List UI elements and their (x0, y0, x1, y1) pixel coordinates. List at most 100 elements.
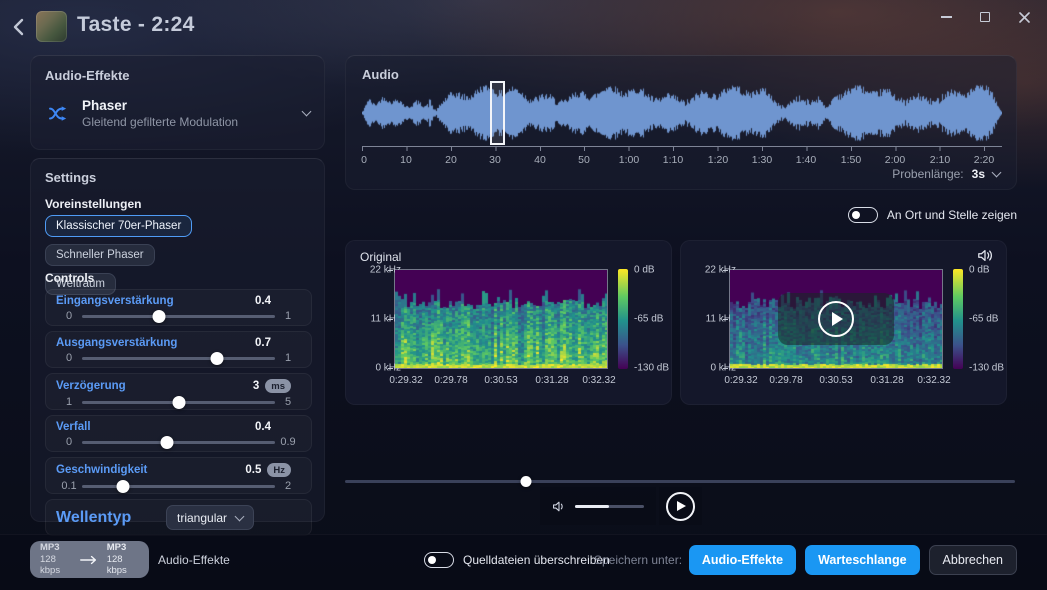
slider-label: Eingangsverstärkung (56, 295, 255, 307)
slider-min: 0 (56, 436, 82, 448)
wavetype-select[interactable]: triangular (166, 505, 254, 530)
slider-value: 0.4 (255, 295, 271, 307)
unit-badge: ms (265, 379, 291, 393)
shuffle-icon (48, 105, 70, 123)
source-bitrate: 128 kbps (40, 554, 60, 577)
settings-heading: Settings (45, 170, 96, 185)
slider-value: 3 (253, 380, 259, 392)
seek-slider[interactable] (345, 480, 1015, 483)
transport-play-button[interactable] (666, 492, 695, 521)
settings-card: Settings Voreinstellungen Klassischer 70… (30, 158, 325, 522)
freq-tick (723, 368, 728, 369)
spec-time-tick: 0:31.28 (535, 375, 568, 386)
inplace-toggle[interactable] (848, 207, 878, 223)
time-tick: 0 (361, 154, 367, 166)
time-tick: 1:00 (619, 154, 639, 166)
slider-thumb[interactable] (116, 480, 129, 493)
time-tick: 1:20 (708, 154, 728, 166)
db-tick-label: 0 dB (969, 265, 990, 276)
applied-effect-label: Audio-Effekte (158, 535, 230, 584)
play-panel (659, 487, 702, 525)
db-tick-label: 0 dB (634, 265, 655, 276)
overwrite-toggle[interactable] (424, 552, 454, 568)
db-tick-label: -130 dB (969, 363, 1004, 374)
spectrogram-plot-original (394, 269, 608, 369)
cancel-button[interactable]: Abbrechen (929, 545, 1017, 575)
slider-thumb[interactable] (153, 310, 166, 323)
app-window: Taste - 2:24 Audio-Effekte Phaser Gleite… (0, 0, 1047, 590)
slider-track[interactable] (82, 485, 275, 488)
wavetype-value: triangular (177, 511, 227, 525)
time-tick: 2:00 (885, 154, 905, 166)
chevron-down-icon (235, 511, 245, 521)
audio-heading: Audio (362, 67, 399, 82)
slider-min: 1 (56, 396, 82, 408)
slider-thumb[interactable] (211, 352, 224, 365)
spectrogram-processed-card: 22 kHz 11 kHz 0 kHz 0 dB -65 dB -130 dB … (680, 240, 1007, 405)
target-bitrate: 128 kbps (107, 554, 127, 577)
slider-verzoegerung: Verzögerung 3 ms 1 5 (45, 373, 312, 410)
target-format: MP3 128 kbps (107, 542, 139, 578)
wavetype-label: Wellentyp (56, 509, 166, 527)
spectrogram-original-card: Original 22 kHz 11 kHz 0 kHz 0 dB -65 dB… (345, 240, 672, 405)
db-tick-label: -130 dB (634, 363, 669, 374)
preview-play-button[interactable] (778, 293, 894, 345)
track-thumbnail (36, 11, 67, 42)
source-format-name: MP3 (40, 542, 60, 553)
preset-schneller-phaser[interactable]: Schneller Phaser (45, 244, 155, 266)
queue-button[interactable]: Warteschlange (805, 545, 919, 575)
close-icon (1019, 12, 1030, 23)
audio-effects-button[interactable]: Audio-Effekte (689, 545, 796, 575)
freq-tick (388, 270, 393, 271)
freq-tick (388, 368, 393, 369)
slider-eingangsverstaerkung: Eingangsverstärkung 0.4 0 1 (45, 289, 312, 326)
volume-fill (575, 505, 609, 508)
minimize-button[interactable] (938, 9, 954, 25)
maximize-icon (980, 12, 990, 22)
conversion-badge: MP3 128 kbps MP3 128 kbps (30, 541, 149, 578)
unit-badge: Hz (267, 463, 291, 477)
time-tick: 10 (400, 154, 412, 166)
time-axis (362, 146, 1002, 151)
speaker-icon[interactable] (977, 248, 993, 263)
effect-selector[interactable]: Phaser Gleitend gefilterte Modulation (48, 98, 310, 129)
back-button[interactable] (8, 15, 28, 39)
page-title: Taste - 2:24 (77, 13, 195, 37)
seek-thumb[interactable] (520, 476, 531, 487)
time-tick: 1:30 (752, 154, 772, 166)
slider-geschwindigkeit: Geschwindigkeit 0.5 Hz 0.1 2 (45, 457, 312, 494)
effect-name: Phaser (82, 98, 291, 113)
slider-min: 0 (56, 352, 82, 364)
preset-klassischer-70er-phaser[interactable]: Klassischer 70er-Phaser (45, 215, 192, 237)
waveform[interactable] (362, 84, 1002, 142)
colorbar (618, 269, 628, 369)
maximize-button[interactable] (977, 9, 993, 25)
slider-value: 0.7 (255, 337, 271, 349)
spec-time-tick: 0:30.53 (819, 375, 852, 386)
slider-track[interactable] (82, 401, 275, 404)
slider-track[interactable] (82, 315, 275, 318)
slider-min: 0 (56, 310, 82, 322)
slider-track[interactable] (82, 441, 275, 444)
spec-time-tick: 0:29.32 (724, 375, 757, 386)
slider-track[interactable] (82, 357, 275, 360)
controls-heading: Controls (45, 271, 94, 285)
presets-heading: Voreinstellungen (45, 197, 141, 211)
slider-max: 5 (275, 396, 301, 408)
spec-time-tick: 0:32.32 (582, 375, 615, 386)
volume-slider[interactable] (575, 505, 644, 508)
slider-label: Geschwindigkeit (56, 464, 245, 476)
slider-thumb[interactable] (172, 396, 185, 409)
minimize-icon (941, 16, 952, 18)
time-tick: 2:10 (930, 154, 950, 166)
spec-time-tick: 0:29.32 (389, 375, 422, 386)
spec-time-tick: 0:30.53 (484, 375, 517, 386)
sample-length-select[interactable]: Probenlänge: 3s (892, 167, 1000, 181)
colorbar (953, 269, 963, 369)
wavetype-row: Wellentyp triangular (45, 499, 312, 536)
slider-thumb[interactable] (160, 436, 173, 449)
toggle-knob (428, 556, 436, 564)
effects-card: Audio-Effekte Phaser Gleitend gefilterte… (30, 55, 325, 150)
waveform-selection[interactable] (490, 81, 505, 145)
close-button[interactable] (1016, 9, 1032, 25)
